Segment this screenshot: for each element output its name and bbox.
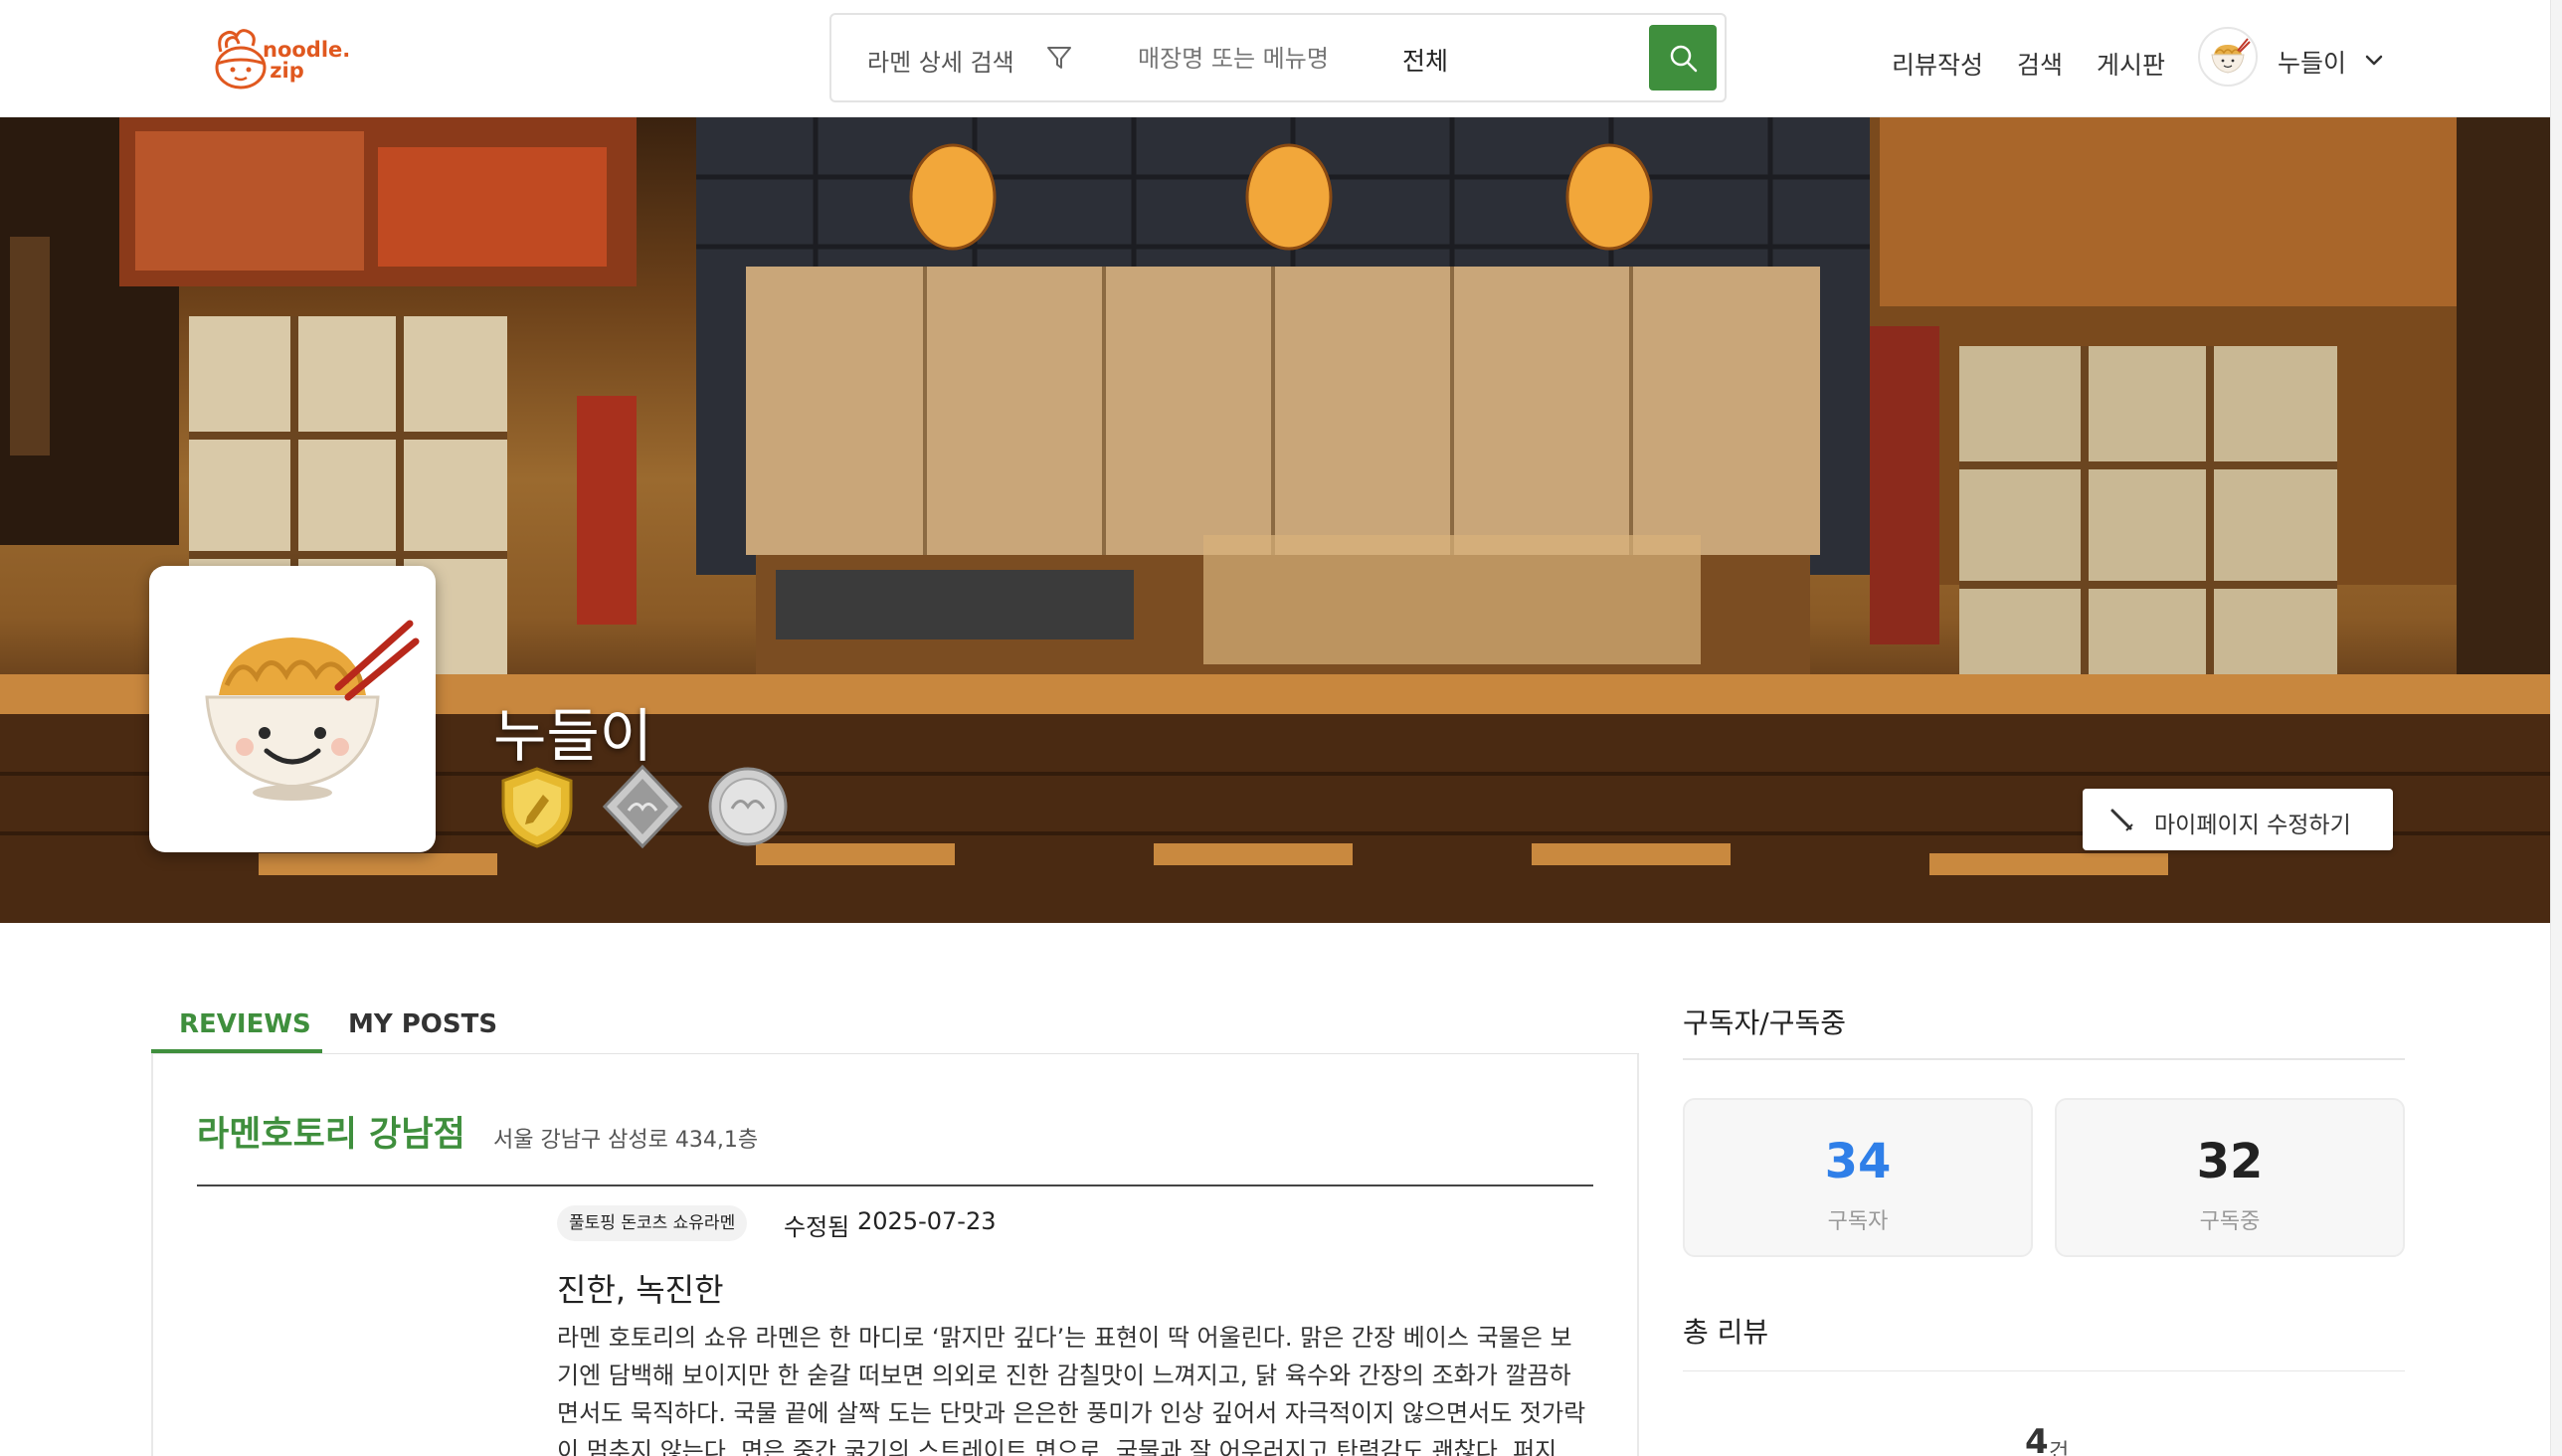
noodle-bowl-character-icon bbox=[205, 620, 420, 801]
shield-badge-icon bbox=[501, 767, 573, 848]
filter-icon[interactable] bbox=[1044, 43, 1074, 73]
detail-search-button[interactable]: 라멘 상세 검색 bbox=[867, 43, 1014, 78]
store-address: 서울 강남구 삼성로 434,1층 bbox=[493, 1128, 759, 1153]
review-divider bbox=[197, 1184, 1593, 1186]
chevron-down-icon[interactable] bbox=[2363, 52, 2385, 70]
subscription-divider bbox=[1683, 1058, 2405, 1060]
profile-name: 누들이 bbox=[493, 702, 653, 770]
profile-banner: 누들이 마이페이지 수정하기 bbox=[0, 117, 2562, 923]
following-label: 구독중 bbox=[2199, 1209, 2261, 1234]
top-header: noodle. zip 라멘 상세 검색 전체 리뷰작성 검색 게시판 bbox=[0, 0, 2562, 117]
search-bar: 라멘 상세 검색 전체 bbox=[829, 13, 1727, 102]
diamond-badge-icon bbox=[603, 765, 682, 848]
total-reviews-unit: 건 bbox=[2049, 1440, 2070, 1456]
review-body: 라멘 호토리의 쇼유 라멘은 한 마디로 ‘맑지만 깊다’는 표현이 딱 어울린… bbox=[557, 1324, 1586, 1456]
edit-mypage-label: 마이페이지 수정하기 bbox=[2154, 813, 2351, 838]
noodle-bowl-avatar-icon bbox=[2211, 38, 2251, 74]
page-scrollbar[interactable] bbox=[2550, 0, 2562, 1456]
total-reviews-title: 총 리뷰 bbox=[1683, 1316, 1769, 1349]
following-count: 32 bbox=[2196, 1134, 2264, 1189]
subscription-title: 구독자/구독중 bbox=[1683, 1006, 1846, 1039]
search-button[interactable] bbox=[1649, 25, 1717, 91]
nav-write-review[interactable]: 리뷰작성 bbox=[1892, 46, 1983, 82]
following-card[interactable]: 32 구독중 bbox=[2055, 1098, 2405, 1257]
edited-date: 2025-07-23 bbox=[857, 1207, 997, 1235]
profile-image bbox=[149, 566, 436, 852]
user-avatar[interactable] bbox=[2198, 27, 2258, 87]
edited-label: 수정됨 bbox=[784, 1213, 850, 1241]
edit-mypage-button[interactable]: 마이페이지 수정하기 bbox=[2083, 789, 2393, 850]
subscribers-count: 34 bbox=[1824, 1134, 1892, 1189]
tab-my-posts[interactable]: MY POSTS bbox=[348, 1009, 497, 1039]
search-scope-select[interactable]: 전체 bbox=[1402, 42, 1448, 78]
noodle-bowl-logo-icon bbox=[215, 29, 267, 90]
nav-search[interactable]: 검색 bbox=[2017, 46, 2063, 82]
coin-badge-icon bbox=[708, 767, 788, 846]
nav-board[interactable]: 게시판 bbox=[2097, 46, 2165, 82]
active-tab-indicator bbox=[151, 1049, 322, 1053]
noodle-zip-logo[interactable]: noodle. zip bbox=[211, 24, 360, 93]
user-name[interactable]: 누들이 bbox=[2278, 44, 2346, 80]
search-input[interactable] bbox=[1138, 37, 1357, 81]
subscribers-label: 구독자 bbox=[1827, 1209, 1889, 1234]
logo-text: noodle. zip bbox=[263, 38, 351, 83]
subscribers-card[interactable]: 34 구독자 bbox=[1683, 1098, 2033, 1257]
total-reviews-count: 4 bbox=[2025, 1422, 2049, 1456]
total-reviews-divider bbox=[1683, 1370, 2405, 1371]
tab-reviews[interactable]: REVIEWS bbox=[179, 1009, 311, 1039]
review-title: 진한, 녹진한 bbox=[557, 1271, 724, 1309]
store-name[interactable]: 라멘호토리 강남점 bbox=[197, 1106, 465, 1157]
menu-tag: 풀토핑 돈코츠 쇼유라멘 bbox=[557, 1205, 748, 1241]
search-icon bbox=[1670, 45, 1698, 73]
pencil-icon bbox=[2110, 809, 2133, 831]
